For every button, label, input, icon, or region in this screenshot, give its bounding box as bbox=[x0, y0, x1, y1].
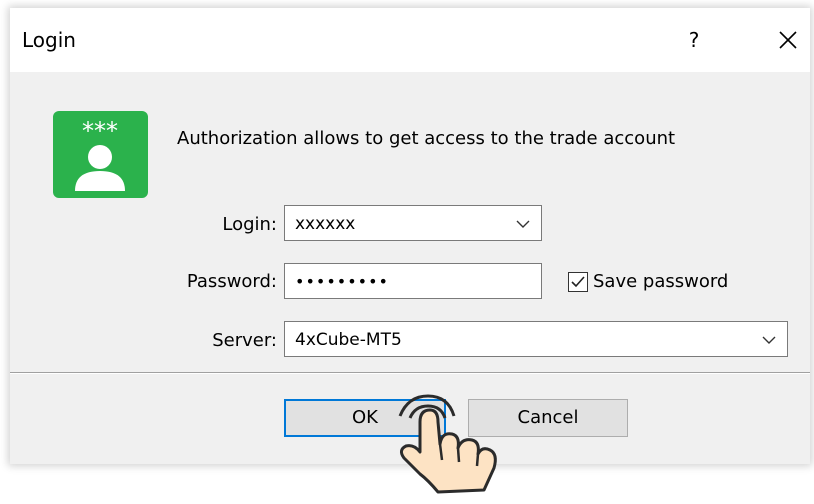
authorization-description: Authorization allows to get access to th… bbox=[177, 128, 676, 149]
icon-stars: *** bbox=[82, 117, 118, 145]
server-combobox[interactable]: 4xCube-MT5 bbox=[284, 321, 788, 357]
close-icon bbox=[779, 31, 797, 49]
server-label: Server: bbox=[212, 330, 277, 351]
help-button[interactable]: ? bbox=[674, 20, 714, 60]
login-value: xxxxxx bbox=[295, 214, 356, 234]
separator bbox=[10, 372, 810, 374]
server-value: 4xCube-MT5 bbox=[295, 330, 402, 350]
chevron-down-icon bbox=[516, 220, 530, 228]
save-password-label[interactable]: Save password bbox=[593, 271, 728, 292]
login-label: Login: bbox=[222, 214, 277, 235]
hand-pointer-icon bbox=[398, 394, 497, 494]
save-password-checkbox[interactable] bbox=[568, 272, 588, 292]
password-field[interactable]: ••••••••• bbox=[284, 263, 542, 299]
user-key-icon: *** bbox=[53, 111, 148, 198]
password-label: Password: bbox=[186, 271, 277, 292]
login-combobox[interactable]: xxxxxx bbox=[284, 205, 542, 241]
checkmark-icon bbox=[571, 276, 585, 288]
close-button[interactable] bbox=[768, 20, 808, 60]
window-title: Login bbox=[22, 28, 76, 52]
password-value: ••••••••• bbox=[295, 272, 389, 291]
chevron-down-icon bbox=[762, 336, 776, 344]
help-icon: ? bbox=[688, 28, 700, 52]
title-bar: Login ? bbox=[10, 8, 810, 72]
